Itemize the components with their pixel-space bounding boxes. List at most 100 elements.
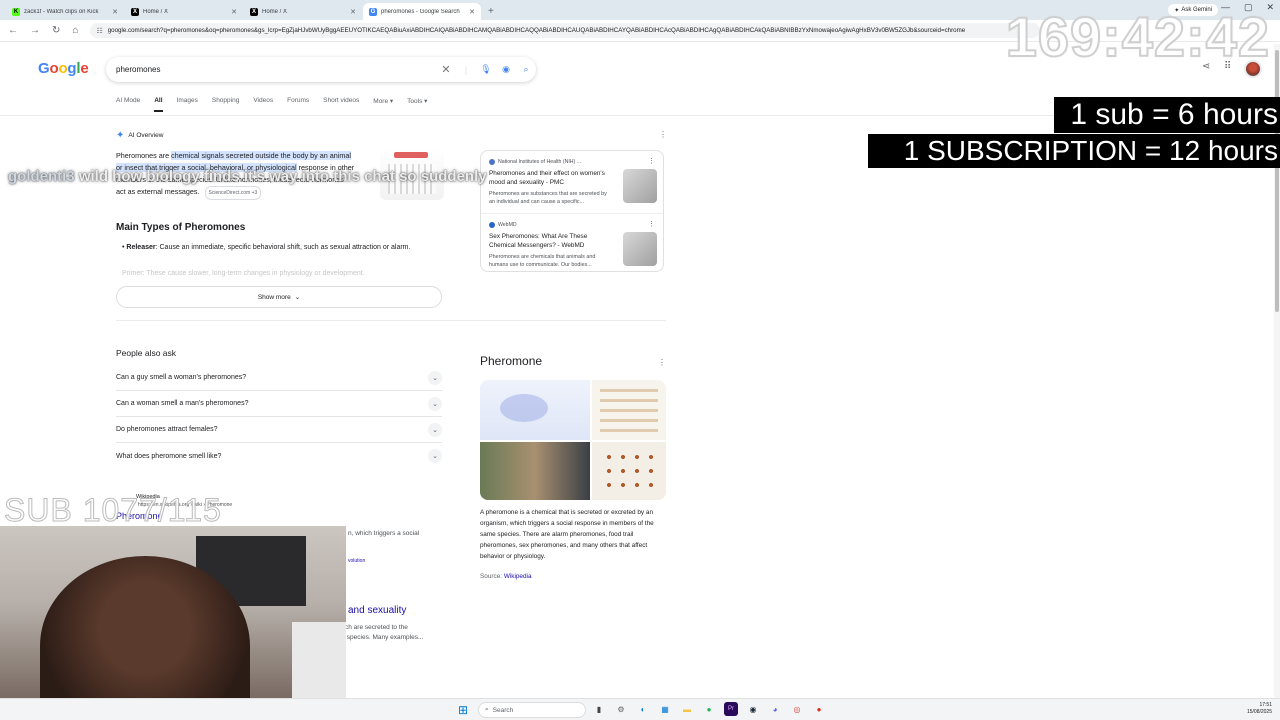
paa-question[interactable]: Do pheromones attract females? ⌄: [116, 417, 442, 443]
edge-icon[interactable]: ◐: [636, 702, 650, 716]
tab-kick[interactable]: K zack1f - Watch clips on Kick ✕: [6, 3, 124, 20]
home-icon[interactable]: ⌂: [72, 25, 78, 36]
taskbar: ⊞ ⌕ Search ▮ ⚙ ◐ ▦ ▬ ● Pr ◉ ◕ ◎ ● 17:51 …: [0, 698, 1280, 720]
tab-x-home-1[interactable]: X Home / X ✕: [125, 3, 243, 20]
search-box[interactable]: pheromones ✕ | 🎙 ◉ ⌕: [106, 57, 536, 82]
screen: K zack1f - Watch clips on Kick ✕ X Home …: [0, 0, 1280, 720]
search-filters: AI Mode All Images Shopping Videos Forum…: [116, 97, 427, 112]
knowledge-panel-title: Pheromone: [480, 354, 543, 368]
close-tab-icon[interactable]: ✕: [469, 8, 475, 16]
paa-question-text: Can a woman smell a man's pheromones?: [116, 400, 249, 407]
more-options-icon[interactable]: ⋮: [658, 358, 666, 367]
steam-icon[interactable]: ◉: [746, 702, 760, 716]
paa-question[interactable]: Can a guy smell a woman's pheromones? ⌄: [116, 365, 442, 391]
new-tab-button[interactable]: +: [482, 3, 500, 20]
spotify-icon[interactable]: ●: [702, 702, 716, 716]
chevron-down-icon[interactable]: ⌄: [428, 449, 442, 463]
close-tab-icon[interactable]: ✕: [350, 8, 356, 16]
close-tab-icon[interactable]: ✕: [231, 8, 237, 16]
filter-short-videos[interactable]: Short videos: [323, 97, 359, 112]
image-tile[interactable]: [592, 380, 666, 440]
source-chip[interactable]: ScienceDirect.com +3: [204, 186, 262, 200]
app-red-icon[interactable]: ●: [812, 702, 826, 716]
more-options-icon[interactable]: ⋮: [659, 130, 667, 139]
taskbar-apps: ▮ ⚙ ◐ ▦ ▬ ● Pr ◉ ◕ ◎ ●: [592, 702, 826, 716]
filter-forums[interactable]: Forums: [287, 97, 309, 112]
x-icon: X: [250, 7, 258, 16]
back-icon[interactable]: ←: [8, 25, 18, 36]
tab-google-search[interactable]: G pheromones - Google Search ✕: [363, 3, 481, 20]
subscription-rule-banner: 1 SUBSCRIPTION = 12 hours: [868, 134, 1280, 168]
chat-text: wild how biology finds it's way into thi…: [74, 168, 487, 185]
settings-icon[interactable]: ⚙: [614, 702, 628, 716]
filter-tools-label: Tools: [407, 98, 423, 105]
logo-letter: e: [80, 60, 89, 77]
chevron-down-icon[interactable]: ⌄: [428, 422, 442, 437]
filter-all[interactable]: All: [154, 97, 163, 112]
filter-videos[interactable]: Videos: [253, 97, 273, 112]
knowledge-panel-description: A pheromone is a chemical that is secret…: [480, 509, 654, 560]
paa-question-text: Can a guy smell a woman's pheromones?: [116, 374, 247, 381]
search-icon[interactable]: ⌕: [516, 64, 536, 75]
webmd-icon: [489, 222, 495, 228]
ai-overview: ✦ AI Overview: [116, 130, 666, 141]
chat-message: goldenti3 wild how biology finds it's wa…: [8, 166, 568, 188]
discord-icon[interactable]: ◕: [768, 702, 782, 716]
image-tile[interactable]: [592, 442, 666, 500]
gemini-sparkle-icon: ✦: [116, 130, 125, 141]
knowledge-panel-source: Source: Wikipedia: [480, 573, 532, 580]
files-icon[interactable]: ▮: [592, 702, 606, 716]
filter-shopping[interactable]: Shopping: [212, 97, 239, 112]
image-tile[interactable]: [480, 442, 590, 500]
windows-start-icon[interactable]: ⊞: [458, 703, 468, 717]
chrome-icon[interactable]: ◎: [790, 702, 804, 716]
logo-letter: G: [38, 60, 50, 77]
result-sublink[interactable]: volution: [348, 558, 365, 564]
taskbar-search[interactable]: ⌕ Search: [478, 702, 586, 718]
more-options-icon[interactable]: ⋮: [648, 157, 655, 165]
source-title[interactable]: Sex Pheromones: What Are These Chemical …: [489, 232, 613, 250]
google-icon: G: [369, 7, 377, 16]
camera-icon[interactable]: ◉: [496, 64, 516, 75]
filter-ai-mode[interactable]: AI Mode: [116, 97, 140, 112]
section-divider: [116, 320, 666, 321]
google-logo[interactable]: Google: [38, 60, 89, 77]
paa-question[interactable]: Can a woman smell a man's pheromones? ⌄: [116, 391, 442, 417]
more-options-icon[interactable]: ⋮: [648, 220, 655, 228]
x-icon: X: [131, 7, 139, 16]
bullet-term: Releaser: [126, 244, 156, 251]
chevron-down-icon: ⌄: [294, 294, 301, 301]
sub-rule-banner: 1 sub = 6 hours: [1054, 97, 1280, 133]
filter-images[interactable]: Images: [177, 97, 198, 112]
tab-title: pheromones - Google Search: [381, 8, 460, 15]
ai-text-lead: Pheromones are: [116, 151, 172, 160]
scrollbar-thumb[interactable]: [1275, 50, 1279, 312]
reload-icon[interactable]: ↻: [52, 25, 60, 36]
kick-icon: K: [12, 7, 20, 16]
chevron-down-icon[interactable]: ⌄: [428, 396, 442, 411]
knowledge-panel-images[interactable]: [480, 380, 666, 500]
close-tab-icon[interactable]: ✕: [112, 8, 118, 16]
store-icon[interactable]: ▦: [658, 702, 672, 716]
source-card-webmd[interactable]: WebMD Sex Pheromones: What Are These Che…: [481, 213, 663, 271]
filter-tools[interactable]: Tools ▾: [407, 97, 427, 112]
source-link[interactable]: Wikipedia: [504, 573, 532, 580]
site-info-icon[interactable]: ☷: [96, 27, 102, 35]
filter-more[interactable]: More ▾: [373, 97, 393, 112]
address-bar[interactable]: ☷ google.com/search?q=pheromones&oq=pher…: [90, 23, 1041, 38]
paa-question[interactable]: What does pheromone smell like? ⌄: [116, 443, 442, 469]
premiere-icon[interactable]: Pr: [724, 702, 738, 716]
chevron-down-icon[interactable]: ⌄: [428, 370, 442, 385]
tab-x-home-2[interactable]: X Home / X ✕: [244, 3, 362, 20]
image-tile[interactable]: [480, 380, 590, 440]
show-more-button[interactable]: Show more ⌄: [116, 286, 442, 308]
system-clock[interactable]: 17:51 15/08/2025: [1247, 702, 1272, 716]
clear-icon[interactable]: ✕: [436, 63, 456, 76]
microphone-icon[interactable]: 🎙: [476, 64, 496, 75]
bullet-releaser: • Releaser: Cause an immediate, specific…: [122, 242, 442, 254]
search-input[interactable]: pheromones: [116, 65, 436, 74]
result-title-link[interactable]: and sexuality: [348, 605, 406, 616]
forward-icon[interactable]: →: [30, 25, 40, 36]
source-label: Source:: [480, 573, 504, 580]
explorer-icon[interactable]: ▬: [680, 702, 694, 716]
